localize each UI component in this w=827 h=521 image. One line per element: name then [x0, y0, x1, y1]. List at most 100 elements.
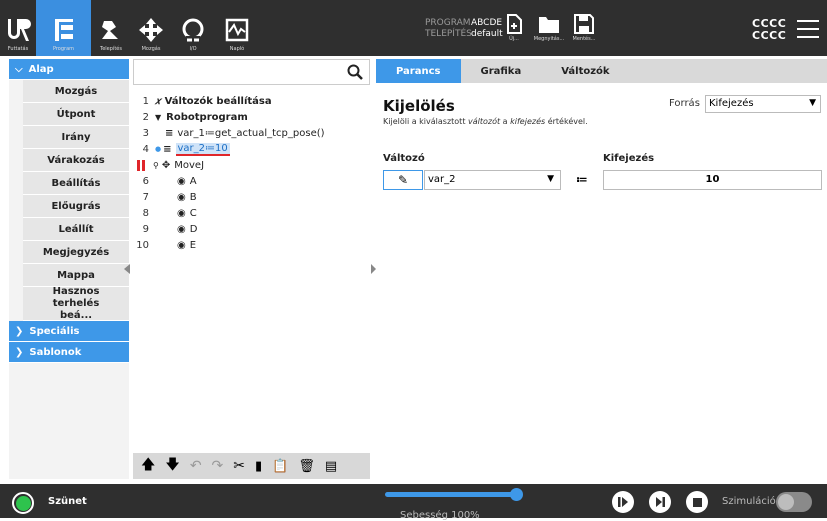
- installation-icon: [102, 21, 118, 39]
- power-status-button[interactable]: [12, 492, 34, 514]
- tab-command-label: Parancs: [396, 65, 441, 77]
- tree-line-9[interactable]: 9 ◉ D: [133, 221, 198, 237]
- tree-line-4-text: var_2≔10: [175, 142, 230, 156]
- simulation-toggle[interactable]: [776, 492, 812, 512]
- expression-input[interactable]: 10: [603, 170, 822, 190]
- tree-line-10-text: E: [189, 239, 197, 251]
- redo-icon[interactable]: ↷: [212, 458, 224, 474]
- category-templates-label: Sablonok: [29, 346, 82, 358]
- category-basic[interactable]: ⌵ Alap: [9, 59, 129, 80]
- command-description: Kijelöli a kiválasztott változót a kifej…: [383, 117, 588, 126]
- nav-log[interactable]: Napló: [215, 0, 259, 56]
- bullet-icon: ●: [155, 145, 162, 153]
- expression-value: 10: [705, 174, 720, 185]
- waypoint-icon: ◉: [177, 175, 186, 187]
- variable-label: Változó: [383, 153, 425, 164]
- stop-icon: [692, 497, 702, 507]
- category-special-label: Speciális: [29, 325, 80, 337]
- save-button[interactable]: Mentés...: [566, 14, 602, 42]
- tree-line-7[interactable]: 7 ◉ B: [133, 189, 197, 205]
- item-payload-label: Hasznos terhelés beá...: [52, 285, 100, 321]
- io-icon: [182, 18, 204, 42]
- new-button[interactable]: Új...: [496, 14, 532, 42]
- nav-io-label: I/O: [189, 46, 197, 52]
- simulation-label: Szimuláció: [722, 496, 776, 507]
- waypoint-icon: ◉: [177, 207, 186, 219]
- category-special[interactable]: ❯ Speciális: [9, 321, 129, 342]
- nav-installation[interactable]: Telepítés: [91, 0, 131, 56]
- search-icon[interactable]: [347, 64, 363, 80]
- expand-icon[interactable]: ▼: [155, 113, 161, 122]
- source-label: Forrás: [669, 98, 700, 109]
- item-move[interactable]: Mozgás: [23, 80, 129, 103]
- assignment-icon: ≡: [165, 127, 174, 139]
- cut-icon[interactable]: ✂: [233, 458, 245, 474]
- item-waypoint-label: Útpont: [56, 108, 96, 120]
- simulation-toggle-knob: [778, 494, 794, 510]
- tab-command[interactable]: Parancs: [376, 59, 461, 83]
- speed-slider-track: [385, 492, 520, 497]
- open-button[interactable]: Megnyitás...: [531, 14, 567, 42]
- play-icon: [656, 497, 665, 507]
- tree-line-3[interactable]: 3 ≡ var_1≔get_actual_tcp_pose(): [133, 125, 325, 141]
- nav-io[interactable]: I/O: [171, 0, 215, 56]
- copy-icon[interactable]: ▮: [255, 459, 262, 474]
- item-direction[interactable]: Irány: [23, 126, 129, 149]
- tree-line-2[interactable]: 2 ▼ Robotprogram: [133, 109, 248, 125]
- tab-variables[interactable]: Változók: [541, 59, 629, 83]
- item-halt[interactable]: Leállít: [23, 218, 129, 241]
- nav-run-label: Futtatás: [7, 46, 29, 52]
- assignment-icon: ≡: [163, 143, 172, 155]
- item-popup[interactable]: Előugrás: [23, 195, 129, 218]
- item-payload[interactable]: Hasznos terhelés beá...: [23, 285, 129, 321]
- undo-icon[interactable]: ↶: [190, 458, 202, 474]
- nav-run[interactable]: Futtatás: [0, 0, 36, 56]
- save-label: Mentés...: [572, 36, 596, 42]
- expression-label: Kifejezés: [603, 153, 655, 164]
- chevron-right-icon: ❯: [15, 325, 24, 337]
- play-button[interactable]: [649, 491, 671, 513]
- item-comment[interactable]: Megjegyzés: [23, 241, 129, 264]
- tree-line-1[interactable]: 1 𝑥 Változók beállítása: [133, 93, 272, 109]
- item-wait-label: Várakozás: [47, 154, 105, 166]
- tree-line-6[interactable]: 6 ◉ A: [133, 173, 197, 189]
- suppress-icon[interactable]: ▤: [325, 459, 337, 474]
- variable-select[interactable]: var_2 ▼: [424, 170, 561, 190]
- tree-line-4[interactable]: 4 ● ≡ var_2≔10: [133, 141, 230, 157]
- search-input[interactable]: [133, 59, 370, 85]
- speed-slider-handle[interactable]: [510, 488, 523, 501]
- nav-program-label: Program: [52, 46, 75, 52]
- item-folder[interactable]: Mappa: [23, 264, 129, 287]
- source-select[interactable]: Kifejezés ▼: [705, 95, 821, 113]
- tree-line-7-text: B: [189, 191, 197, 203]
- breakpoint-icon[interactable]: [137, 159, 153, 171]
- item-waypoint[interactable]: Útpont: [23, 103, 129, 126]
- tab-graphics[interactable]: Grafika: [461, 59, 542, 83]
- edit-variable-button[interactable]: ✎: [383, 170, 423, 190]
- step-button[interactable]: [612, 491, 634, 513]
- move-down-icon[interactable]: 🡇: [165, 454, 179, 478]
- stop-button[interactable]: [686, 491, 708, 513]
- move-up-icon[interactable]: 🡅: [141, 454, 155, 478]
- category-templates[interactable]: ❯ Sablonok: [9, 342, 129, 363]
- delete-icon[interactable]: 🗑: [298, 459, 315, 474]
- nav-move[interactable]: Mozgás: [131, 0, 171, 56]
- speed-slider[interactable]: [385, 488, 523, 502]
- tree-line-10[interactable]: 10 ◉ E: [133, 237, 196, 253]
- save-icon: [574, 14, 594, 34]
- variables-setup-icon: 𝑥: [155, 95, 161, 107]
- variable-select-value: var_2: [428, 174, 456, 185]
- paste-icon[interactable]: 📋: [272, 459, 288, 474]
- top-bar: Futtatás Program Telepítés Mozgás I/O Na…: [0, 0, 827, 56]
- step-icon: [618, 497, 628, 507]
- item-set[interactable]: Beállítás: [23, 172, 129, 195]
- item-wait[interactable]: Várakozás: [23, 149, 129, 172]
- command-panel: Parancs Grafika Változók Kijelölés Kijel…: [376, 59, 827, 479]
- tree-line-8[interactable]: 8 ◉ C: [133, 205, 197, 221]
- robot-id-line-2: CCCC: [752, 29, 787, 42]
- tree-line-5[interactable]: ⚲ ✥ MoveJ: [133, 157, 204, 173]
- pin-icon: ⚲: [153, 160, 159, 170]
- left-panel: ⌵ Alap Mozgás Útpont Irány Várakozás Beál…: [9, 59, 129, 479]
- menu-icon[interactable]: [797, 20, 819, 44]
- nav-program[interactable]: Program: [36, 0, 91, 56]
